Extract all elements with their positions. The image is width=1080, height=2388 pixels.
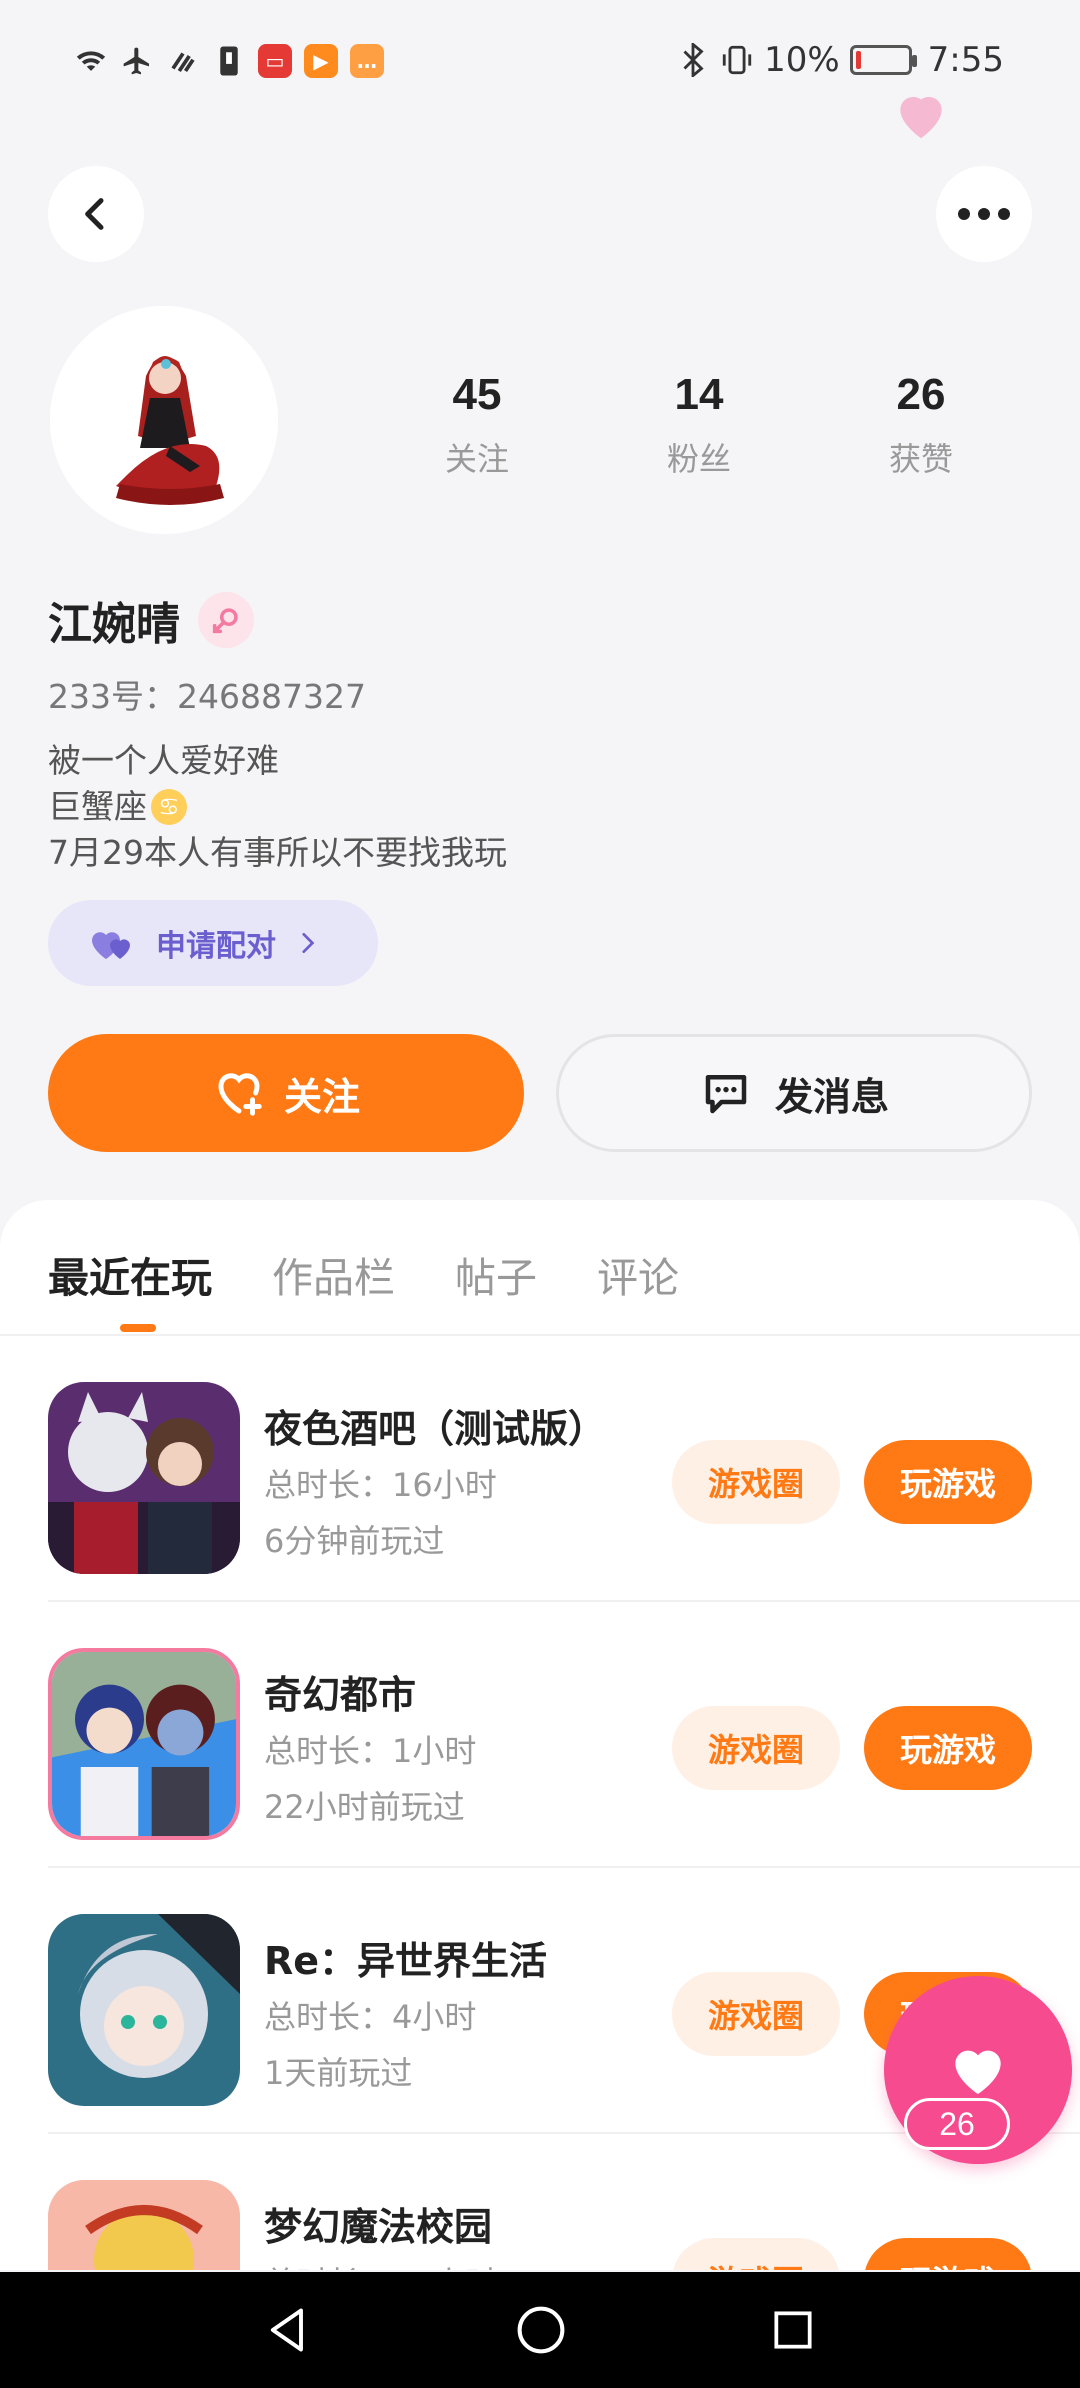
tab-recently-played[interactable]: 最近在玩: [48, 1244, 212, 1304]
game-duration: 总时长：1小时: [264, 1732, 477, 1770]
game-last-played: 1天前玩过: [264, 2054, 413, 2092]
game-title: 夜色酒吧（测试版）: [264, 1407, 607, 1451]
tab-works[interactable]: 作品栏: [272, 1244, 395, 1304]
user-id: 233号：246887327: [48, 677, 366, 716]
stat-followers[interactable]: 14 粉丝: [588, 370, 810, 480]
profile-name: 江婉晴: [48, 599, 180, 650]
more-options-button[interactable]: [936, 166, 1032, 262]
game-duration: 总时长：12小时: [264, 2258, 497, 2270]
back-button[interactable]: [48, 166, 144, 262]
game-duration: 总时长：16小时: [264, 1466, 497, 1504]
game-last-played: 6分钟前玩过: [264, 1522, 445, 1560]
stat-label: 粉丝: [666, 440, 731, 478]
game-last-played: 22小时前玩过: [264, 1788, 465, 1826]
game-title: 奇幻都市: [264, 1673, 417, 1717]
game-icon[interactable]: [48, 1914, 240, 2106]
game-title: Re：异世界生活: [264, 1939, 548, 1983]
follow-label: 关注: [283, 1074, 360, 1119]
apply-pair-label: 申请配对: [156, 929, 276, 964]
bio-line: 被一个人爱好难: [48, 741, 279, 780]
heart-decoration-icon: [900, 96, 942, 139]
battery-icon: [849, 45, 917, 75]
game-circle-button[interactable]: 游戏圈: [672, 1972, 840, 2056]
game-row[interactable]: 奇幻都市 总时长：1小时 22小时前玩过 游戏圈 玩游戏: [0, 1602, 1080, 1868]
heart-plus-icon: [218, 1073, 262, 1116]
tab-comments[interactable]: 评论: [597, 1244, 679, 1304]
vibrate-icon: [720, 43, 754, 77]
bio: 被一个人爱好难 巨蟹座 ♋ 7月29本人有事所以不要找我玩: [48, 738, 507, 876]
send-message-button[interactable]: 发消息: [556, 1034, 1032, 1152]
clock: 7:55: [927, 40, 1004, 80]
nav-recents-icon[interactable]: [768, 2305, 818, 2355]
game-duration: 总时长：4小时: [264, 1998, 477, 2036]
bluetooth-icon: [676, 43, 710, 77]
profile-stats: 45 关注 14 粉丝 26 获赞: [366, 370, 1032, 480]
active-tab-indicator: [120, 1324, 156, 1332]
hotspot-icon: [166, 44, 200, 78]
bio-line: 7月29本人有事所以不要找我玩: [48, 833, 507, 872]
stat-label: 关注: [444, 440, 509, 478]
bio-line-zodiac: 巨蟹座 ♋: [48, 784, 507, 830]
heart-icon: [955, 2050, 1001, 2094]
wifi-icon: [74, 44, 108, 78]
more-dots-icon: [958, 208, 1010, 220]
tab-posts[interactable]: 帖子: [455, 1244, 537, 1304]
like-count: 26: [904, 2098, 1010, 2150]
chat-bubble-icon: [705, 1075, 747, 1114]
battery-percent: 10%: [764, 40, 840, 80]
game-circle-button[interactable]: 游戏圈: [672, 2238, 840, 2270]
chat-app-icon: …: [350, 44, 384, 78]
nav-home-icon[interactable]: [514, 2303, 568, 2357]
video-app-icon: ▶: [304, 44, 338, 78]
game-icon[interactable]: [48, 1648, 240, 1840]
stat-value: 45: [452, 370, 502, 419]
game-circle-button[interactable]: 游戏圈: [672, 1440, 840, 1524]
stat-following[interactable]: 45 关注: [366, 370, 588, 480]
chevron-right-icon: [302, 932, 315, 954]
game-title: 梦幻魔法校园: [264, 2205, 493, 2249]
stat-value: 26: [896, 370, 946, 419]
avatar-character-image: [50, 306, 278, 534]
sim-icon: [212, 44, 246, 78]
female-gender-icon: [198, 592, 254, 648]
apply-pair-button[interactable]: 申请配对: [48, 900, 378, 986]
system-nav-bar: [0, 2272, 1080, 2388]
airplane-mode-icon: [120, 44, 154, 78]
send-message-label: 发消息: [774, 1074, 889, 1119]
play-game-button[interactable]: 玩游戏: [864, 1706, 1032, 1790]
game-row[interactable]: 梦幻魔法校园 总时长：12小时 游戏圈 玩游戏: [0, 2134, 1080, 2270]
game-circle-button[interactable]: 游戏圈: [672, 1706, 840, 1790]
avatar[interactable]: [50, 306, 278, 534]
follow-button[interactable]: 关注: [48, 1034, 524, 1152]
status-left-icons: ▭ ▶ …: [74, 44, 384, 78]
chevron-left-icon: [85, 198, 104, 230]
game-row[interactable]: 夜色酒吧（测试版） 总时长：16小时 6分钟前玩过 游戏圈 玩游戏: [0, 1336, 1080, 1602]
name-row: 江婉晴: [48, 588, 254, 652]
nav-back-icon[interactable]: [262, 2304, 314, 2356]
play-game-button[interactable]: 玩游戏: [864, 2238, 1032, 2270]
cancer-zodiac-icon: ♋: [151, 789, 187, 825]
stat-likes[interactable]: 26 获赞: [810, 370, 1032, 480]
stat-value: 14: [674, 370, 724, 419]
play-game-button[interactable]: 玩游戏: [864, 1440, 1032, 1524]
status-right-icons: 10% 7:55: [676, 40, 1004, 80]
tab-bar: 最近在玩 作品栏 帖子 评论: [48, 1244, 679, 1304]
game-icon[interactable]: [48, 1382, 240, 1574]
game-icon[interactable]: [48, 2180, 240, 2270]
bio-line: 巨蟹座: [48, 787, 147, 826]
stat-label: 获赞: [888, 440, 953, 478]
book-app-icon: ▭: [258, 44, 292, 78]
pair-hearts-icon: [92, 932, 130, 959]
